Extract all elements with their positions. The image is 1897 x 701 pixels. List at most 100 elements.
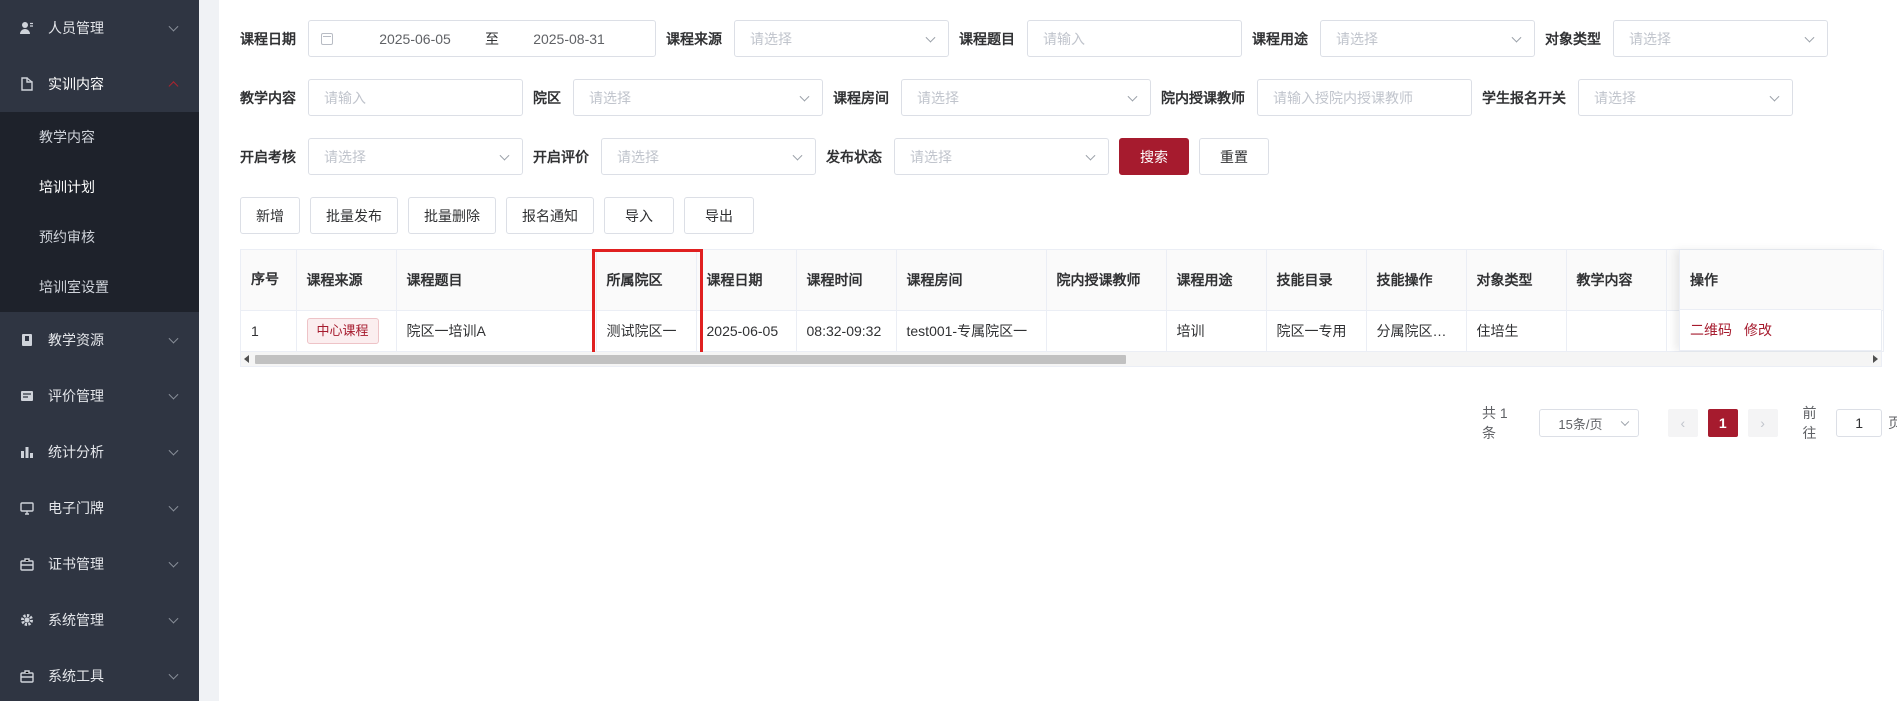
cell-skill-op: 分属院区一操作 <box>1366 310 1467 352</box>
chart-icon <box>20 445 34 459</box>
course-date-label: 课程日期 <box>240 30 296 47</box>
signup-label: 学生报名开关 <box>1482 89 1566 106</box>
sidebar-item-certificates[interactable]: 证书管理 <box>0 536 199 592</box>
placeholder: 请输入授院内授课教师 <box>1273 89 1413 106</box>
sidebar-item-door-sign[interactable]: 电子门牌 <box>0 480 199 536</box>
col-header-content: 教学内容 <box>1566 250 1667 311</box>
book-icon <box>20 333 34 347</box>
highlight-box <box>592 249 703 358</box>
gutter <box>199 0 219 701</box>
placeholder: 请选择 <box>1336 30 1378 47</box>
chevron-up-icon <box>168 81 179 92</box>
total-count: 共 1 条 <box>1482 405 1508 441</box>
chevron-down-icon <box>1769 91 1780 102</box>
sidebar-item-label: 系统工具 <box>48 668 104 684</box>
chevron-down-icon <box>1804 32 1815 43</box>
cell-ops: 二维码 修改 <box>1680 310 1881 351</box>
sidebar-subitem-training-plan[interactable]: 培训计划 <box>0 162 199 212</box>
chevron-down-icon <box>168 333 179 344</box>
exam-select[interactable]: 请选择 <box>308 138 523 175</box>
page-size-select[interactable]: 15条/页 <box>1539 409 1639 437</box>
add-button[interactable]: 新增 <box>240 197 300 234</box>
start-date[interactable]: 2025-06-05 <box>355 31 475 47</box>
batch-delete-button[interactable]: 批量删除 <box>408 197 496 234</box>
toolbox-icon <box>20 669 34 683</box>
room-label: 课程房间 <box>833 89 889 106</box>
chevron-down-icon <box>1511 32 1522 43</box>
col-header-skill-op: 技能操作 <box>1366 250 1467 311</box>
course-usage-select[interactable]: 请选择 <box>1320 20 1535 57</box>
col-header-ops: 操作 <box>1680 250 1881 310</box>
batch-publish-button[interactable]: 批量发布 <box>310 197 398 234</box>
gear-icon <box>20 613 34 627</box>
teacher-input[interactable]: 请输入授院内授课教师 <box>1257 79 1472 116</box>
reset-button[interactable]: 重置 <box>1199 138 1269 175</box>
certificate-icon <box>20 557 34 571</box>
course-title-input[interactable]: 请输入 <box>1027 20 1242 57</box>
room-select[interactable]: 请选择 <box>901 79 1151 116</box>
sidebar-subitem-room-settings[interactable]: 培训室设置 <box>0 262 199 312</box>
pagination: 共 1 条 15条/页 ‹ 1 › 前往 1 页 <box>1482 403 1897 443</box>
signup-select[interactable]: 请选择 <box>1578 79 1793 116</box>
prev-page-button[interactable]: ‹ <box>1667 409 1698 437</box>
sidebar-item-evaluation[interactable]: 评价管理 <box>0 368 199 424</box>
scroll-left-icon[interactable] <box>244 354 249 363</box>
cell-skill-dir: 院区一专用 <box>1266 310 1367 352</box>
col-header-room: 课程房间 <box>896 250 1047 311</box>
filter-row-1: 课程日期 2025-06-05 至 2025-08-31 课程来源 请选择 课程… <box>240 20 1882 57</box>
export-button[interactable]: 导出 <box>684 197 754 234</box>
sidebar: 人员管理 实训内容 教学内容 培训计划 预约审核 培训室设置 教学资源 评价管理… <box>0 0 199 701</box>
sidebar-item-statistics[interactable]: 统计分析 <box>0 424 199 480</box>
publish-select[interactable]: 请选择 <box>894 138 1109 175</box>
horizontal-scrollbar[interactable] <box>240 351 1882 367</box>
placeholder: 请选择 <box>917 89 959 106</box>
goto-page-input[interactable]: 1 <box>1836 409 1882 437</box>
submenu-training-content: 教学内容 培训计划 预约审核 培训室设置 <box>0 112 199 312</box>
search-button[interactable]: 搜索 <box>1119 138 1189 175</box>
evaluation-select[interactable]: 请选择 <box>601 138 816 175</box>
teaching-content-input[interactable]: 请输入 <box>308 79 523 116</box>
scroll-thumb[interactable] <box>255 354 1126 364</box>
end-date[interactable]: 2025-08-31 <box>509 31 629 47</box>
col-header-target: 对象类型 <box>1466 250 1567 311</box>
sidebar-item-training-content[interactable]: 实训内容 <box>0 56 199 112</box>
sidebar-item-label: 实训内容 <box>48 76 104 92</box>
next-page-button[interactable]: › <box>1747 409 1778 437</box>
sidebar-item-label: 证书管理 <box>48 556 104 572</box>
chevron-down-icon <box>499 150 510 161</box>
import-button[interactable]: 导入 <box>604 197 674 234</box>
sidebar-item-system-tools[interactable]: 系统工具 <box>0 648 199 701</box>
sidebar-item-label: 电子门牌 <box>48 500 104 516</box>
cell-time: 08:32-09:32 <box>796 310 897 352</box>
sidebar-item-label: 教学资源 <box>48 332 104 348</box>
campus-label: 院区 <box>533 89 561 106</box>
chevron-down-icon <box>168 21 179 32</box>
cell-teacher <box>1046 310 1167 352</box>
sidebar-item-label: 人员管理 <box>48 20 104 36</box>
user-icon <box>20 21 34 35</box>
chevron-down-icon <box>168 613 179 624</box>
sidebar-item-system-mgmt[interactable]: 系统管理 <box>0 592 199 648</box>
sidebar-item-resources[interactable]: 教学资源 <box>0 312 199 368</box>
chevron-down-icon <box>1127 91 1138 102</box>
campus-select[interactable]: 请选择 <box>573 79 823 116</box>
teacher-label: 院内授课教师 <box>1161 89 1245 106</box>
course-source-select[interactable]: 请选择 <box>734 20 949 57</box>
col-header-title: 课程题目 <box>396 250 597 311</box>
sidebar-item-personnel[interactable]: 人员管理 <box>0 0 199 56</box>
sidebar-subitem-teaching-content[interactable]: 教学内容 <box>0 112 199 162</box>
chevron-down-icon <box>799 91 810 102</box>
col-header-skill-dir: 技能目录 <box>1266 250 1367 311</box>
signup-notice-button[interactable]: 报名通知 <box>506 197 594 234</box>
sidebar-subitem-booking-review[interactable]: 预约审核 <box>0 212 199 262</box>
scroll-right-icon[interactable] <box>1873 354 1878 363</box>
fixed-operation-column: 操作 二维码 修改 <box>1679 250 1881 351</box>
qrcode-link[interactable]: 二维码 <box>1690 320 1732 340</box>
chevron-down-icon <box>1620 417 1630 427</box>
course-date-range[interactable]: 2025-06-05 至 2025-08-31 <box>308 20 656 57</box>
edit-link[interactable]: 修改 <box>1744 320 1772 340</box>
cell-index: 1 <box>241 310 297 352</box>
source-tag: 中心课程 <box>306 317 379 344</box>
page-number-current[interactable]: 1 <box>1707 409 1738 437</box>
target-type-select[interactable]: 请选择 <box>1613 20 1828 57</box>
